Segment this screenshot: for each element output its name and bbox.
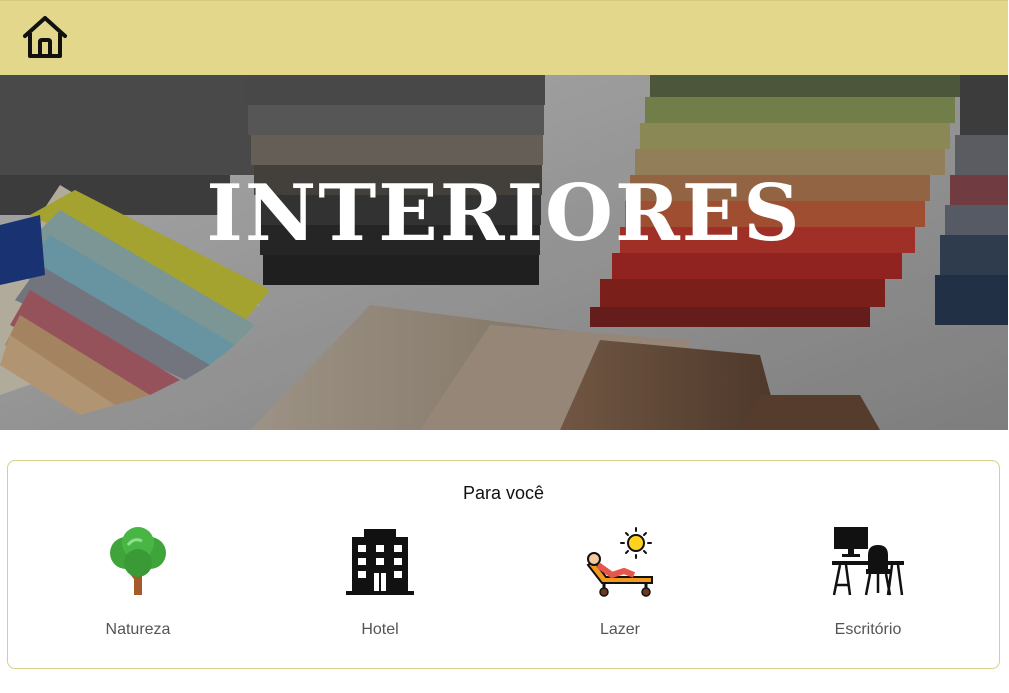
hotel-building-icon <box>346 529 414 595</box>
category-label: Lazer <box>599 621 641 638</box>
category-hotel[interactable]: Hotel <box>290 525 470 639</box>
category-label: Hotel <box>361 621 399 638</box>
home-button[interactable] <box>21 14 69 60</box>
category-lazer[interactable]: Lazer <box>530 525 710 639</box>
home-icon <box>23 16 67 58</box>
section-title: Para você <box>462 483 545 503</box>
hero-banner: INTERIORES <box>0 75 1008 430</box>
office-desk-icon <box>832 527 904 596</box>
category-label: Natureza <box>105 621 171 638</box>
sunbed-relax-icon <box>586 527 653 597</box>
category-label: Escritório <box>834 621 902 638</box>
category-natureza[interactable]: Natureza <box>48 525 228 639</box>
top-navigation-bar <box>0 0 1008 76</box>
hero-title: INTERIORES <box>206 168 802 259</box>
tree-icon <box>110 527 166 595</box>
category-escritorio[interactable]: Escritório <box>778 525 958 639</box>
for-you-section: Para você Natureza Hotel Lazer Escritóri… <box>7 460 1000 669</box>
